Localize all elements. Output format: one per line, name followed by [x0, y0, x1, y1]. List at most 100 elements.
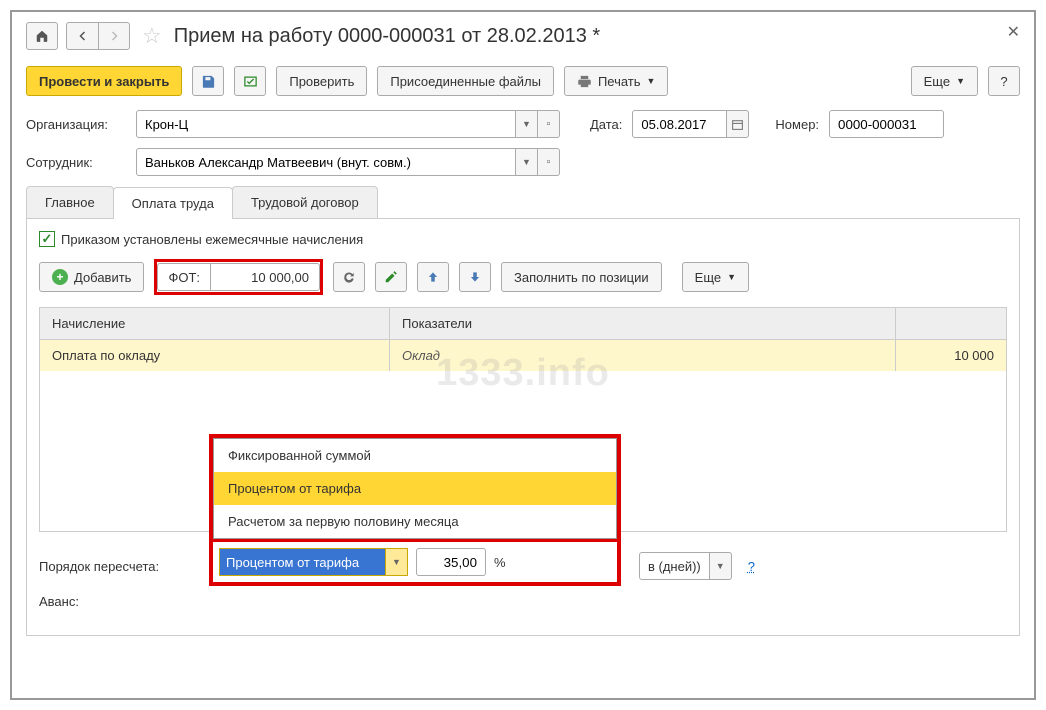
sub-more-button[interactable]: Еще ▼	[682, 262, 749, 292]
avans-dropdown-list: Фиксированной суммой Процентом от тарифа…	[213, 438, 617, 539]
recalc-value: в (дней))	[639, 552, 710, 580]
plus-icon: +	[52, 269, 68, 285]
td-value: 10 000	[896, 340, 1006, 371]
print-label: Печать	[598, 74, 641, 89]
refresh-icon	[342, 270, 356, 284]
nav-group	[66, 22, 130, 50]
home-icon	[35, 29, 49, 43]
conduct-button[interactable]	[234, 66, 266, 96]
arrow-up-icon	[426, 270, 440, 284]
avans-dropdown[interactable]: ▼	[385, 549, 407, 575]
checkbox-row: ✓ Приказом установлены ежемесячные начис…	[39, 231, 1007, 247]
num-label: Номер:	[775, 117, 819, 132]
org-input[interactable]	[136, 110, 516, 138]
recalc-label: Порядок пересчета:	[39, 559, 199, 574]
back-button[interactable]	[66, 22, 98, 50]
org-open[interactable]: ▫	[538, 110, 560, 138]
refresh-button[interactable]	[333, 262, 365, 292]
th-accrual: Начисление	[40, 308, 390, 339]
sub-toolbar: + Добавить ФОТ: 10 000,00 Заполнить по п…	[39, 259, 1007, 295]
org-row: Организация: ▼ ▫ Дата: Номер:	[26, 110, 1020, 138]
close-icon[interactable]: ✕	[1007, 22, 1020, 42]
add-button[interactable]: + Добавить	[39, 262, 144, 292]
arrow-left-icon	[77, 30, 89, 42]
page-title: Прием на работу 0000-000031 от 28.02.201…	[174, 25, 600, 48]
calendar-icon	[731, 118, 744, 131]
date-input[interactable]	[632, 110, 727, 138]
arrow-down-icon	[468, 270, 482, 284]
sub-more-label: Еще	[695, 270, 721, 285]
employee-label: Сотрудник:	[26, 155, 126, 170]
save-button[interactable]	[192, 66, 224, 96]
employee-combo[interactable]: ▼ ▫	[136, 148, 560, 176]
checkbox-label: Приказом установлены ежемесячные начисле…	[61, 232, 363, 247]
recalc-combo[interactable]: в (дней)) ▼	[639, 552, 732, 580]
num-input[interactable]	[829, 110, 944, 138]
move-up-button[interactable]	[417, 262, 449, 292]
add-label: Добавить	[74, 270, 131, 285]
td-accrual: Оплата по окладу	[40, 340, 390, 371]
table-row[interactable]: Оплата по окладу Оклад 10 000	[40, 340, 1006, 371]
fot-label: ФОТ:	[157, 263, 210, 291]
more-label: Еще	[924, 74, 950, 89]
monthly-accruals-checkbox[interactable]: ✓	[39, 231, 55, 247]
table-header: Начисление Показатели	[40, 308, 1006, 340]
more-button[interactable]: Еще ▼	[911, 66, 978, 96]
tab-pay[interactable]: Оплата труда	[113, 187, 233, 219]
org-dropdown[interactable]: ▼	[516, 110, 538, 138]
dd-fixed-sum[interactable]: Фиксированной суммой	[214, 439, 616, 472]
avans-row: Аванс:	[39, 594, 1007, 609]
bottom-section: Фиксированной суммой Процентом от тарифа…	[39, 552, 1007, 609]
employee-row: Сотрудник: ▼ ▫	[26, 148, 1020, 176]
pencil-icon	[384, 270, 398, 284]
titlebar: ☆ Прием на работу 0000-000031 от 28.02.2…	[26, 22, 1020, 50]
edit-button[interactable]	[375, 262, 407, 292]
help-button[interactable]: ?	[988, 66, 1020, 96]
dd-first-half[interactable]: Расчетом за первую половину месяца	[214, 505, 616, 538]
fot-value: 10 000,00	[210, 263, 320, 291]
date-picker[interactable]	[727, 110, 749, 138]
conduct-icon	[243, 74, 258, 89]
home-button[interactable]	[26, 22, 58, 50]
tab-content: ✓ Приказом установлены ежемесячные начис…	[26, 219, 1020, 636]
org-combo[interactable]: ▼ ▫	[136, 110, 560, 138]
floppy-icon	[201, 74, 216, 89]
fill-by-position-button[interactable]: Заполнить по позиции	[501, 262, 662, 292]
tabs: Главное Оплата труда Трудовой договор	[26, 186, 1020, 219]
move-down-button[interactable]	[459, 262, 491, 292]
org-label: Организация:	[26, 117, 126, 132]
print-button[interactable]: Печать ▼	[564, 66, 669, 96]
attached-files-button[interactable]: Присоединенные файлы	[377, 66, 554, 96]
favorite-icon[interactable]: ☆	[142, 23, 162, 49]
avans-label: Аванс:	[39, 594, 199, 609]
th-value	[896, 308, 1006, 339]
avans-percent-input[interactable]	[416, 548, 486, 576]
avans-value: Процентом от тарифа	[220, 549, 385, 575]
dd-percent-tariff[interactable]: Процентом от тарифа	[214, 472, 616, 505]
th-indicators: Показатели	[390, 308, 896, 339]
conduct-close-button[interactable]: Провести и закрыть	[26, 66, 182, 96]
avans-inline: Процентом от тарифа ▼ %	[213, 539, 617, 582]
employee-dropdown[interactable]: ▼	[516, 148, 538, 176]
percent-sign: %	[494, 555, 506, 570]
help-link[interactable]: ?	[748, 559, 755, 574]
employee-input[interactable]	[136, 148, 516, 176]
date-combo[interactable]	[632, 110, 749, 138]
fot-box: ФОТ: 10 000,00	[154, 259, 323, 295]
arrow-right-icon	[108, 30, 120, 42]
td-indicator: Оклад	[390, 340, 896, 371]
window: ✕ ☆ Прием на работу 0000-000031 от 28.02…	[10, 10, 1036, 700]
printer-icon	[577, 74, 592, 89]
chevron-down-icon: ▼	[647, 76, 656, 86]
avans-combo[interactable]: Процентом от тарифа ▼	[219, 548, 408, 576]
date-label: Дата:	[590, 117, 622, 132]
tab-contract[interactable]: Трудовой договор	[232, 186, 378, 218]
forward-button[interactable]	[98, 22, 130, 50]
chevron-down-icon: ▼	[956, 76, 965, 86]
chevron-down-icon: ▼	[727, 272, 736, 282]
employee-open[interactable]: ▫	[538, 148, 560, 176]
recalc-dropdown[interactable]: ▼	[710, 552, 732, 580]
tab-main[interactable]: Главное	[26, 186, 114, 218]
check-button[interactable]: Проверить	[276, 66, 367, 96]
main-toolbar: Провести и закрыть Проверить Присоединен…	[26, 66, 1020, 96]
